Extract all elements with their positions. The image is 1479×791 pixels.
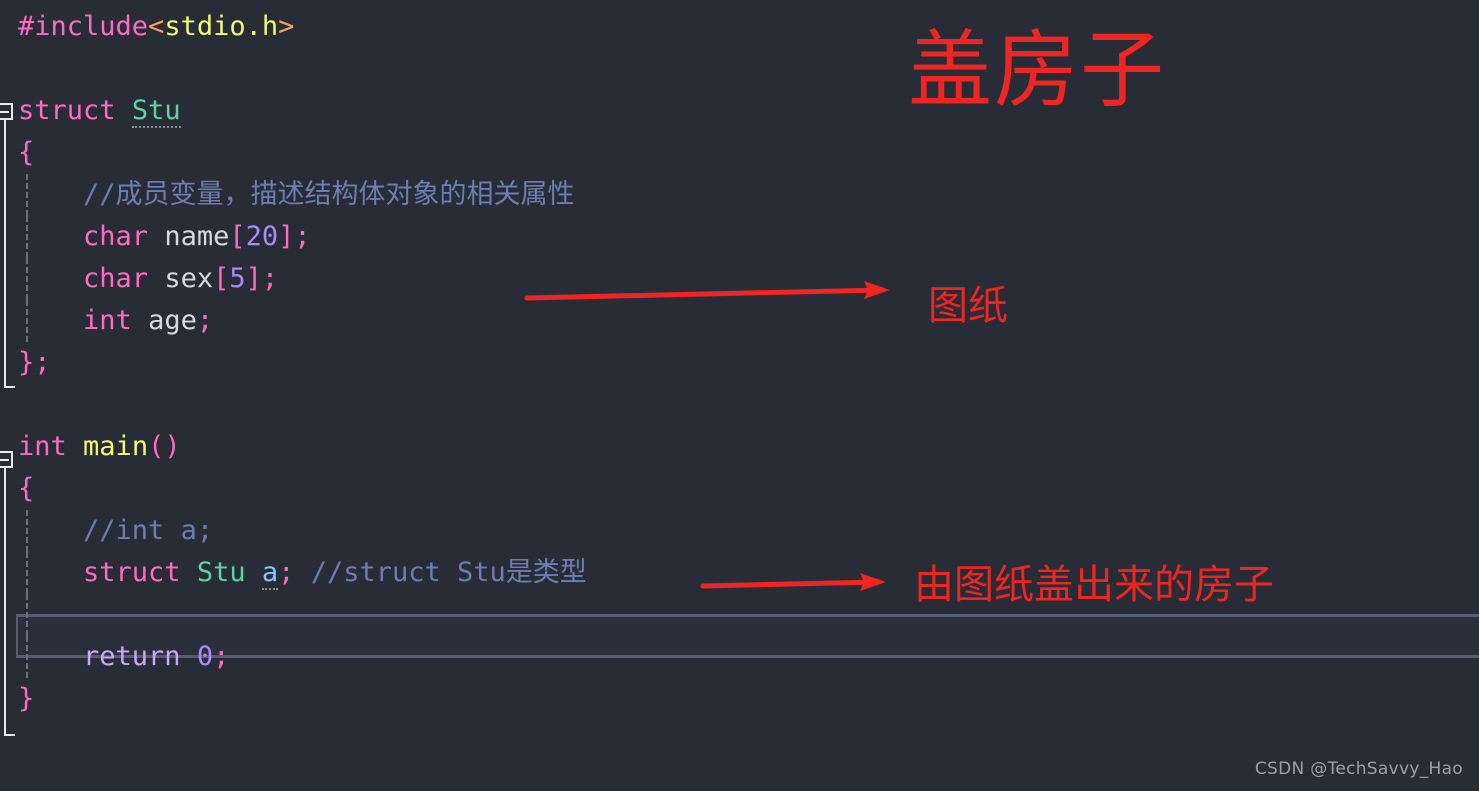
- code-line-text: return 0;: [0, 636, 229, 678]
- code-line[interactable]: //int a;: [0, 510, 1479, 552]
- indent-guide: [26, 552, 28, 594]
- code-token: int: [83, 305, 132, 336]
- code-line-text: struct Stu a; //struct Stu是类型: [0, 552, 587, 594]
- code-token: //struct Stu是类型: [310, 557, 587, 588]
- annotation-label-blueprint: 图纸: [928, 283, 1008, 329]
- code-token: stdio.h: [164, 11, 279, 42]
- code-line[interactable]: };: [0, 342, 1479, 384]
- code-token: }: [18, 347, 35, 378]
- code-lines[interactable]: #include<stdio.h> struct Stu { //成员变量，描述结构…: [0, 0, 1479, 720]
- indent-guide: [26, 300, 28, 342]
- code-line[interactable]: //成员变量，描述结构体对象的相关属性: [0, 174, 1479, 216]
- code-token: 0: [196, 641, 214, 672]
- code-token: sex: [164, 263, 214, 294]
- watermark-text: CSDN @TechSavvy_Hao: [1254, 759, 1463, 779]
- annotation-title-gaifangzi: 盖房子: [908, 21, 1167, 119]
- code-token: ;: [261, 263, 279, 294]
- code-token: ;: [34, 347, 51, 378]
- code-line-text: struct Stu: [0, 90, 181, 132]
- code-token: {: [18, 473, 35, 504]
- code-line-text: //int a;: [0, 510, 213, 552]
- code-token: ;: [213, 641, 230, 672]
- code-line[interactable]: #include<stdio.h>: [0, 6, 1479, 48]
- indent-guide: [26, 594, 28, 636]
- code-token: Stu: [131, 95, 181, 128]
- code-token: {: [18, 137, 35, 168]
- code-line[interactable]: char name[20];: [0, 216, 1479, 258]
- code-line-text: }: [0, 678, 34, 720]
- code-line-text: #include<stdio.h>: [0, 6, 294, 48]
- code-line[interactable]: struct Stu: [0, 90, 1479, 132]
- code-token: //int a;: [83, 515, 214, 546]
- code-token: char: [83, 221, 149, 252]
- code-token: #include: [18, 11, 149, 42]
- indent-guide: [26, 510, 28, 552]
- code-token: }: [18, 683, 35, 714]
- code-token: ;: [196, 305, 214, 336]
- code-token: //成员变量，描述结构体对象的相关属性: [83, 179, 575, 210]
- code-line[interactable]: int age;: [0, 300, 1479, 342]
- code-token: [: [213, 263, 230, 294]
- code-token: 5: [229, 263, 246, 294]
- code-token: struct: [83, 557, 181, 588]
- code-line[interactable]: }: [0, 678, 1479, 720]
- indent-guide: [26, 636, 28, 678]
- code-token: >: [278, 11, 295, 42]
- code-line-text: {: [0, 132, 34, 174]
- code-line-text: int age;: [0, 300, 213, 342]
- code-line[interactable]: [0, 48, 1479, 90]
- code-line-text: int main(): [0, 426, 181, 468]
- code-line[interactable]: char sex[5];: [0, 258, 1479, 300]
- code-token: ;: [278, 557, 295, 588]
- code-line[interactable]: int main(): [0, 426, 1479, 468]
- code-token: char: [83, 263, 149, 294]
- code-token: age: [148, 305, 197, 336]
- code-line-text: {: [0, 468, 34, 510]
- code-token: ]: [245, 263, 262, 294]
- code-token: struct: [18, 95, 116, 126]
- annotation-label-house: 由图纸盖出来的房子: [914, 562, 1274, 608]
- indent-guide: [26, 174, 28, 216]
- code-line-text: //成员变量，描述结构体对象的相关属性: [0, 174, 575, 216]
- code-token: a: [261, 557, 279, 590]
- code-token: int: [18, 431, 67, 462]
- code-token: ]: [278, 221, 295, 252]
- code-line[interactable]: {: [0, 468, 1479, 510]
- code-token: <: [148, 11, 165, 42]
- code-line-text: };: [0, 342, 51, 384]
- code-token: (): [148, 431, 181, 462]
- code-editor-surface[interactable]: #include<stdio.h> struct Stu { //成员变量，描述结构…: [0, 0, 1479, 791]
- code-token: [: [229, 221, 246, 252]
- code-token: 20: [245, 221, 279, 252]
- code-line-text: char name[20];: [0, 216, 311, 258]
- code-token: main: [83, 431, 149, 462]
- code-token: ;: [294, 221, 311, 252]
- code-line[interactable]: [0, 384, 1479, 426]
- code-line[interactable]: {: [0, 132, 1479, 174]
- indent-guide: [26, 216, 28, 258]
- code-token: return: [83, 641, 181, 672]
- code-token: Stu: [196, 557, 246, 588]
- code-line[interactable]: return 0;: [0, 636, 1479, 678]
- code-token: name: [164, 221, 230, 252]
- code-line-text: char sex[5];: [0, 258, 278, 300]
- indent-guide: [26, 258, 28, 300]
